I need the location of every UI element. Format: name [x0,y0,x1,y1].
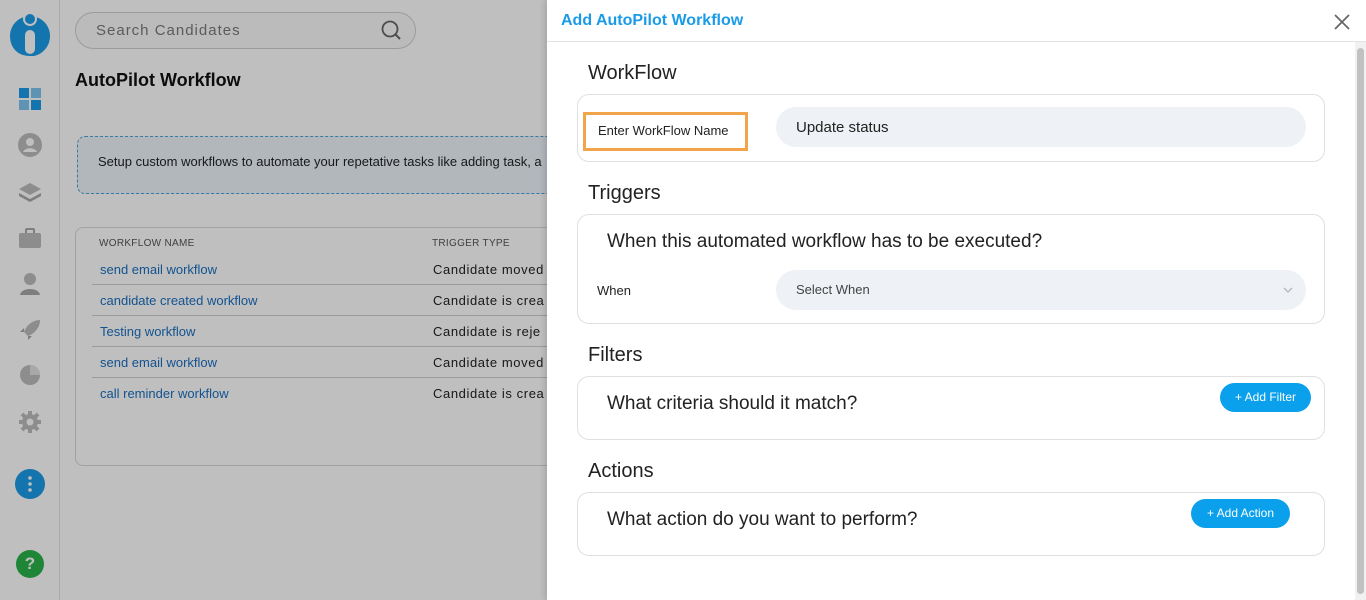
filters-card: What criteria should it match? + Add Fil… [577,376,1325,440]
layers-icon[interactable] [18,180,42,204]
workflow-name-label: Enter WorkFlow Name [583,112,748,151]
pie-chart-icon[interactable] [18,363,42,387]
triggers-question: When this automated workflow has to be e… [607,231,1043,252]
chevron-down-icon [1283,287,1293,293]
triggers-section-title: Triggers [588,182,661,204]
search-input[interactable] [75,12,416,49]
dashboard-icon[interactable] [18,87,42,111]
gear-icon[interactable] [18,410,42,434]
sidebar: ? [0,0,60,600]
page-title: AutoPilot Workflow [75,70,241,90]
when-select[interactable]: Select When [776,270,1306,310]
trigger-type-cell: Candidate is crea [433,293,545,308]
column-header-workflow-name: WORKFLOW NAME [99,238,195,249]
add-action-button[interactable]: + Add Action [1191,499,1290,528]
workflow-name-link[interactable]: Testing workflow [100,324,195,339]
recruiter-icon[interactable] [18,272,42,296]
trigger-type-cell: Candidate is reje [433,324,541,339]
workflow-name-link[interactable]: send email workflow [100,262,217,277]
actions-card: What action do you want to perform? + Ad… [577,492,1325,556]
scrollbar-thumb[interactable] [1357,48,1364,594]
triggers-card: When this automated workflow has to be e… [577,214,1325,324]
panel-title: Add AutoPilot Workflow [561,12,744,29]
more-icon [28,476,32,492]
panel-header: Add AutoPilot Workflow [547,0,1366,42]
user-icon[interactable] [18,133,42,157]
search-icon[interactable] [380,19,402,41]
workflow-name-card: Enter WorkFlow Name [577,94,1325,162]
when-select-value: Select When [796,282,870,297]
workflow-name-link[interactable]: send email workflow [100,355,217,370]
trigger-type-cell: Candidate moved [433,355,544,370]
more-button[interactable] [15,469,45,499]
add-workflow-panel: Add AutoPilot Workflow WorkFlow Enter Wo… [547,0,1366,600]
when-label: When [597,283,631,298]
logo-icon[interactable] [10,10,50,56]
workflow-name-input[interactable] [776,107,1306,147]
close-icon[interactable] [1333,13,1351,31]
workflow-name-link[interactable]: candidate created workflow [100,293,258,308]
filters-question: What criteria should it match? [607,393,858,414]
scrollbar[interactable] [1355,42,1366,600]
rocket-icon[interactable] [18,318,42,342]
add-filter-button[interactable]: + Add Filter [1220,383,1311,412]
help-icon[interactable]: ? [16,550,44,578]
trigger-type-cell: Candidate is crea [433,386,545,401]
filters-section-title: Filters [588,344,643,366]
workflow-name-link[interactable]: call reminder workflow [100,386,229,401]
column-header-trigger-type: TRIGGER TYPE [432,238,510,249]
actions-question: What action do you want to perform? [607,509,918,530]
briefcase-icon[interactable] [18,226,42,250]
actions-section-title: Actions [588,460,654,482]
trigger-type-cell: Candidate moved [433,262,544,277]
workflow-section-title: WorkFlow [588,62,677,84]
